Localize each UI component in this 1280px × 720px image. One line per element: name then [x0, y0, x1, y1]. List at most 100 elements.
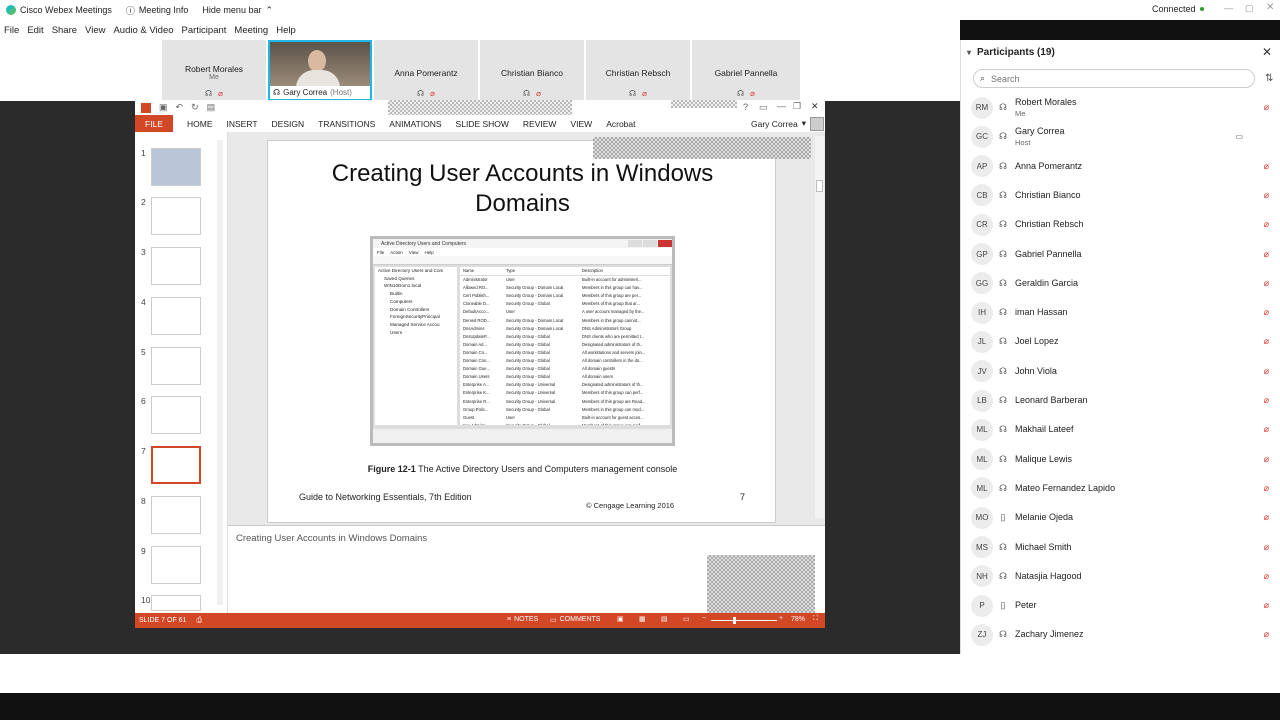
- mic-muted-icon[interactable]: ⌀: [1264, 366, 1269, 377]
- minimize-icon[interactable]: —: [777, 101, 786, 111]
- minimize-icon[interactable]: —: [1224, 3, 1233, 13]
- slide-thumbnail-9[interactable]: [151, 546, 201, 584]
- participant-row[interactable]: RM ☊ Robert Morales Me ⌀: [961, 93, 1280, 122]
- participant-row[interactable]: ML ☊ Makhail Lateef ⌀: [961, 415, 1280, 444]
- slide-thumbnail-7[interactable]: [151, 446, 201, 484]
- participant-row[interactable]: NH ☊ Natasjia Hagood ⌀: [961, 562, 1280, 591]
- tab-review[interactable]: REVIEW: [523, 119, 557, 129]
- slide-thumbnail-8[interactable]: [151, 496, 201, 534]
- menu-edit[interactable]: Edit: [27, 25, 43, 36]
- slide-thumbnail-3[interactable]: [151, 247, 201, 285]
- participant-row[interactable]: GP ☊ Gabriel Pannella ⌀: [961, 240, 1280, 269]
- tab-design[interactable]: DESIGN: [272, 119, 305, 129]
- mic-muted-icon[interactable]: ⌀: [1264, 424, 1269, 435]
- participant-row[interactable]: GG ☊ Geraldin Garcia ⌀: [961, 269, 1280, 298]
- menu-view[interactable]: View: [85, 25, 105, 36]
- tab-acrobat[interactable]: Acrobat: [606, 119, 635, 129]
- mic-muted-icon[interactable]: ⌀: [1264, 249, 1269, 260]
- slide-thumbnail-6[interactable]: [151, 396, 201, 434]
- zoom-in-icon[interactable]: +: [779, 615, 783, 622]
- slide-thumbnail-10[interactable]: [151, 595, 201, 611]
- normal-view-icon[interactable]: ▣: [617, 615, 624, 623]
- participants-header[interactable]: ▾ Participants (19): [967, 47, 1055, 58]
- slide-thumbnail-2[interactable]: [151, 197, 201, 235]
- close-icon[interactable]: ✕: [811, 101, 819, 112]
- undo-icon[interactable]: ↶: [176, 102, 184, 113]
- mic-muted-icon[interactable]: ⌀: [1264, 336, 1269, 347]
- slide-vertical-scrollbar[interactable]: [815, 136, 824, 518]
- participant-row[interactable]: IH ☊ iman Hassan ⌀: [961, 298, 1280, 327]
- mic-muted-icon[interactable]: ⌀: [1264, 483, 1269, 494]
- participant-row[interactable]: JV ☊ John Viola ⌀: [961, 357, 1280, 386]
- mic-muted-icon[interactable]: ⌀: [1264, 571, 1269, 582]
- tab-animations[interactable]: ANIMATIONS: [389, 119, 441, 129]
- account-user[interactable]: Gary Correa ▾: [751, 116, 825, 131]
- tab-transitions[interactable]: TRANSITIONS: [318, 119, 375, 129]
- menu-file[interactable]: File: [4, 25, 19, 36]
- participant-row[interactable]: JL ☊ Joel Lopez ⌀: [961, 327, 1280, 356]
- close-icon[interactable]: ✕: [1262, 45, 1272, 59]
- close-icon[interactable]: ✕: [1266, 2, 1274, 13]
- slide-sorter-icon[interactable]: ▦: [639, 615, 646, 623]
- menu-help[interactable]: Help: [276, 25, 296, 36]
- video-tile-christian-bianco[interactable]: Christian Bianco ☊ ⌀: [480, 40, 584, 101]
- zoom-level[interactable]: 78%: [791, 616, 805, 623]
- menu-meeting[interactable]: Meeting: [234, 25, 268, 36]
- zoom-out-icon[interactable]: −: [702, 615, 706, 622]
- participants-search[interactable]: ⌕: [973, 69, 1255, 88]
- mic-muted-icon[interactable]: ⌀: [1264, 102, 1269, 113]
- mic-muted-icon[interactable]: ⌀: [1264, 600, 1269, 611]
- tab-file[interactable]: FILE: [135, 115, 173, 132]
- participant-row[interactable]: P ▯ Peter ⌀: [961, 591, 1280, 620]
- tab-home[interactable]: HOME: [187, 119, 213, 129]
- video-tile-christian-rebsch[interactable]: Christian Rebsch ☊ ⌀: [586, 40, 690, 101]
- zoom-slider-thumb[interactable]: [733, 617, 736, 624]
- participant-row[interactable]: MO ▯ Melanie Ojeda ⌀: [961, 503, 1280, 532]
- participant-row[interactable]: AP ☊ Anna Pomerantz ⌀: [961, 152, 1280, 181]
- comments-button[interactable]: ▭ COMMENTS: [550, 616, 600, 624]
- participant-row[interactable]: LB ☊ Leonard Barberan ⌀: [961, 386, 1280, 415]
- mic-muted-icon[interactable]: ⌀: [1264, 542, 1269, 553]
- participant-row[interactable]: ZJ ☊ Zachary Jimenez ⌀: [961, 620, 1280, 649]
- mic-muted-icon[interactable]: ⌀: [1264, 512, 1269, 523]
- tab-view[interactable]: VIEW: [570, 119, 592, 129]
- scroll-thumb[interactable]: [816, 180, 823, 192]
- mic-muted-icon[interactable]: ⌀: [1264, 161, 1269, 172]
- video-tile-robert-morales[interactable]: Robert Morales Me ☊ ⌀: [162, 40, 266, 101]
- tab-insert[interactable]: INSERT: [227, 119, 258, 129]
- participant-row[interactable]: ML ☊ Malique Lewis ⌀: [961, 445, 1280, 474]
- slide-thumbnail-4[interactable]: [151, 297, 201, 335]
- meeting-info-button[interactable]: ⓘ Meeting Info: [126, 4, 189, 17]
- help-icon[interactable]: ?: [743, 102, 748, 112]
- mic-muted-icon[interactable]: ⌀: [1264, 278, 1269, 289]
- slide-thumbnail-5[interactable]: [151, 347, 201, 385]
- mic-muted-icon[interactable]: ⌀: [1264, 190, 1269, 201]
- video-tile-anna-pomerantz[interactable]: Anna Pomerantz ☊ ⌀: [374, 40, 478, 101]
- menu-participant[interactable]: Participant: [182, 25, 227, 36]
- present-icon[interactable]: ▤: [207, 102, 216, 113]
- participant-row[interactable]: CR ☊ Christian Rebsch ⌀: [961, 210, 1280, 239]
- reading-view-icon[interactable]: ▤: [661, 615, 668, 623]
- mic-muted-icon[interactable]: ⌀: [1264, 454, 1269, 465]
- menu-share[interactable]: Share: [52, 25, 77, 36]
- redo-icon[interactable]: ↻: [191, 102, 199, 113]
- restore-icon[interactable]: ❐: [793, 101, 801, 112]
- slide-thumbnail-1[interactable]: [151, 148, 201, 186]
- tab-slide-show[interactable]: SLIDE SHOW: [456, 119, 509, 129]
- mic-muted-icon[interactable]: ⌀: [1264, 307, 1269, 318]
- participant-row[interactable]: ML ☊ Mateo Fernandez Lapido ⌀: [961, 474, 1280, 503]
- mic-muted-icon[interactable]: ⌀: [1264, 395, 1269, 406]
- zoom-slider[interactable]: [711, 617, 777, 624]
- participant-row[interactable]: MS ☊ Michael Smith ⌀: [961, 533, 1280, 562]
- mic-muted-icon[interactable]: ⌀: [1264, 629, 1269, 640]
- video-tile-gabriel-pannella[interactable]: Gabriel Pannella ☊ ⌀: [692, 40, 800, 101]
- sort-icon[interactable]: ⇅: [1265, 73, 1273, 84]
- participant-row[interactable]: CB ☊ Christian Bianco ⌀: [961, 181, 1280, 210]
- maximize-icon[interactable]: ▢: [1245, 3, 1254, 14]
- search-input[interactable]: [991, 73, 1232, 84]
- fit-slide-icon[interactable]: ⛶: [813, 615, 818, 623]
- slideshow-icon[interactable]: ▭: [683, 615, 690, 623]
- hide-menu-bar-button[interactable]: Hide menu bar ⌃: [202, 5, 273, 16]
- slide-canvas[interactable]: Creating User Accounts in Windows Domain…: [267, 140, 776, 523]
- participant-row[interactable]: GC ☊ Gary Correa Host ▭: [961, 122, 1280, 151]
